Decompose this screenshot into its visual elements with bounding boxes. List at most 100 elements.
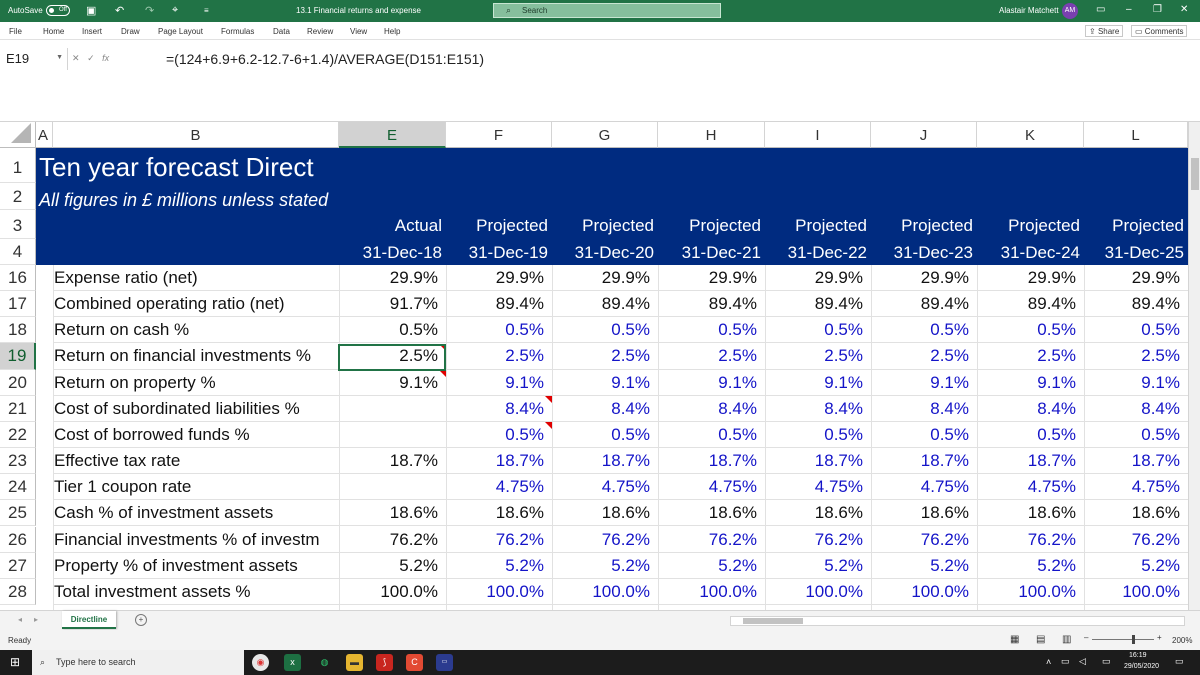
projected-value-cell[interactable]: 0.5% (765, 317, 871, 344)
projected-value-cell[interactable]: 0.5% (552, 422, 658, 449)
actual-value-cell[interactable] (339, 422, 446, 449)
projected-value-cell[interactable]: 4.75% (1084, 474, 1188, 501)
projected-value-cell[interactable]: 2.5% (977, 343, 1084, 370)
column-header-e[interactable]: E (339, 122, 446, 148)
row-header[interactable]: 27 (0, 552, 36, 579)
projected-value-cell[interactable]: 18.6% (658, 500, 765, 527)
clock-time[interactable]: 16:19 (1129, 652, 1147, 659)
projected-value-cell[interactable]: 100.0% (552, 579, 658, 605)
projected-value-cell[interactable]: 9.1% (1084, 370, 1188, 396)
tab-review[interactable]: Review (307, 27, 333, 36)
actual-value-cell[interactable]: 76.2% (339, 527, 446, 553)
projected-value-cell[interactable]: 0.5% (1084, 422, 1188, 449)
projected-value-cell[interactable]: 76.2% (552, 527, 658, 553)
projected-value-cell[interactable]: 29.9% (446, 265, 552, 292)
projected-value-cell[interactable]: 76.2% (765, 527, 871, 553)
prev-sheet-icon[interactable]: ◂ (18, 615, 22, 624)
pdf-reader-icon[interactable]: ⟆ (376, 654, 393, 671)
column-header-b[interactable]: B (53, 122, 339, 148)
projected-value-cell[interactable]: 18.6% (765, 500, 871, 527)
normal-view-icon[interactable]: ▦ (1010, 634, 1019, 645)
row-label[interactable]: Return on financial investments % (54, 343, 339, 370)
tab-formulas[interactable]: Formulas (221, 27, 254, 36)
projected-value-cell[interactable]: 4.75% (977, 474, 1084, 501)
zoom-slider[interactable] (1092, 639, 1154, 640)
projected-value-cell[interactable]: 8.4% (446, 396, 552, 422)
row-header[interactable]: 25 (0, 500, 36, 527)
comment-indicator-icon[interactable] (439, 370, 446, 377)
projected-value-cell[interactable]: 18.7% (765, 448, 871, 475)
projected-value-cell[interactable]: 5.2% (977, 553, 1084, 579)
projected-value-cell[interactable]: 89.4% (658, 291, 765, 318)
projected-value-cell[interactable]: 5.2% (871, 553, 977, 579)
projected-value-cell[interactable]: 76.2% (977, 527, 1084, 553)
notifications-icon[interactable]: ▭ (1175, 656, 1184, 667)
projected-value-cell[interactable]: 2.5% (552, 343, 658, 370)
add-sheet-icon[interactable]: + (135, 614, 147, 626)
autosave-toggle[interactable]: Off (46, 5, 70, 16)
row-header[interactable]: 24 (0, 474, 36, 501)
projected-value-cell[interactable]: 18.7% (552, 448, 658, 475)
projected-value-cell[interactable]: 100.0% (765, 579, 871, 605)
projected-value-cell[interactable]: 2.5% (765, 343, 871, 370)
share-button[interactable]: ⇪ Share (1085, 25, 1124, 37)
projected-value-cell[interactable]: 18.6% (552, 500, 658, 527)
actual-value-cell[interactable]: 9.1% (339, 370, 446, 396)
row-header[interactable]: 3 (0, 210, 36, 239)
row-label[interactable]: Return on property % (54, 370, 339, 396)
insert-function-icon[interactable]: fx (102, 53, 109, 63)
projected-value-cell[interactable]: 18.7% (446, 448, 552, 475)
vertical-scrollbar[interactable] (1188, 122, 1200, 610)
avatar[interactable]: AM (1062, 3, 1078, 19)
tab-file[interactable]: File (9, 27, 22, 36)
format-painter-icon[interactable]: ⌖ (172, 4, 178, 17)
tab-help[interactable]: Help (384, 27, 400, 36)
tab-draw[interactable]: Draw (121, 27, 140, 36)
actual-value-cell[interactable] (339, 474, 446, 501)
projected-value-cell[interactable]: 18.7% (871, 448, 977, 475)
page-layout-view-icon[interactable]: ▤ (1036, 634, 1045, 645)
ribbon-display-icon[interactable]: ▭ (1096, 4, 1105, 15)
volume-icon[interactable]: ◁ (1079, 656, 1086, 667)
projected-value-cell[interactable]: 8.4% (977, 396, 1084, 422)
zoom-in-icon[interactable]: + (1157, 633, 1162, 642)
row-label[interactable]: Effective tax rate (54, 448, 339, 475)
projected-value-cell[interactable]: 5.2% (765, 553, 871, 579)
projected-value-cell[interactable]: 76.2% (658, 527, 765, 553)
page-break-view-icon[interactable]: ▥ (1062, 634, 1071, 645)
projected-value-cell[interactable]: 29.9% (871, 265, 977, 292)
projected-value-cell[interactable]: 4.75% (765, 474, 871, 501)
projected-value-cell[interactable]: 9.1% (977, 370, 1084, 396)
horizontal-scrollbar[interactable] (730, 616, 1185, 626)
row-header[interactable]: 21 (0, 395, 36, 422)
projected-value-cell[interactable]: 18.7% (658, 448, 765, 475)
projected-value-cell[interactable]: 18.7% (1084, 448, 1188, 475)
projected-value-cell[interactable]: 76.2% (446, 527, 552, 553)
row-label[interactable]: Property % of investment assets (54, 553, 339, 579)
selected-cell-e19[interactable] (338, 344, 446, 371)
projected-value-cell[interactable]: 18.6% (446, 500, 552, 527)
row-header[interactable]: 1 (0, 148, 36, 183)
projected-value-cell[interactable]: 29.9% (977, 265, 1084, 292)
projected-value-cell[interactable]: 29.9% (1084, 265, 1188, 292)
projected-value-cell[interactable]: 100.0% (871, 579, 977, 605)
projected-value-cell[interactable]: 100.0% (1084, 579, 1188, 605)
network-icon[interactable]: ▭ (1061, 656, 1070, 667)
projected-value-cell[interactable]: 8.4% (871, 396, 977, 422)
tab-data[interactable]: Data (273, 27, 290, 36)
projected-value-cell[interactable]: 18.6% (871, 500, 977, 527)
row-label[interactable]: Total investment assets % (54, 579, 339, 605)
column-header-f[interactable]: F (446, 122, 552, 148)
projected-value-cell[interactable]: 0.5% (446, 317, 552, 344)
row-label[interactable]: Cash % of investment assets (54, 500, 339, 527)
tab-view[interactable]: View (350, 27, 367, 36)
projected-value-cell[interactable]: 2.5% (446, 343, 552, 370)
row-label[interactable]: Financial investments % of investm (54, 527, 339, 553)
projected-value-cell[interactable]: 18.6% (977, 500, 1084, 527)
next-sheet-icon[interactable]: ▸ (34, 615, 38, 624)
projected-value-cell[interactable]: 2.5% (1084, 343, 1188, 370)
row-header[interactable]: 17 (0, 291, 36, 318)
projected-value-cell[interactable]: 100.0% (658, 579, 765, 605)
projected-value-cell[interactable]: 8.4% (765, 396, 871, 422)
projected-value-cell[interactable]: 4.75% (552, 474, 658, 501)
